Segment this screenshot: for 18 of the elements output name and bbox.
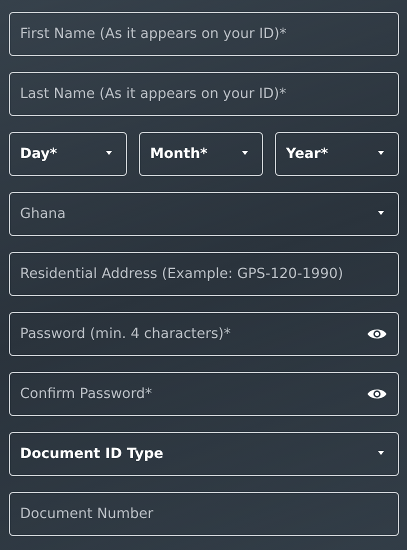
input-field[interactable]: First Name (As it appears on your ID)* [9, 12, 399, 56]
dropdown[interactable]: Document ID Type [9, 432, 399, 476]
caret-icon [378, 451, 384, 455]
caret-icon [378, 211, 384, 215]
eye-icon[interactable] [367, 388, 387, 400]
dropdown[interactable]: Month* [139, 132, 263, 176]
caret-icon [242, 151, 248, 155]
dropdown[interactable]: Ghana [9, 192, 399, 236]
dropdown[interactable]: Day* [9, 132, 127, 176]
input-field[interactable]: Document Number [9, 492, 399, 536]
password-field[interactable]: Confirm Password* [9, 372, 399, 416]
eye-icon[interactable] [367, 328, 387, 340]
password-field[interactable]: Password (min. 4 characters)* [9, 312, 399, 356]
input-field[interactable]: Residential Address (Example: GPS-120-1990) [9, 252, 399, 296]
input-field[interactable]: Last Name (As it appears on your ID)* [9, 72, 399, 116]
dropdown[interactable]: Year* [275, 132, 399, 176]
caret-icon [378, 151, 384, 155]
caret-icon [106, 151, 112, 155]
